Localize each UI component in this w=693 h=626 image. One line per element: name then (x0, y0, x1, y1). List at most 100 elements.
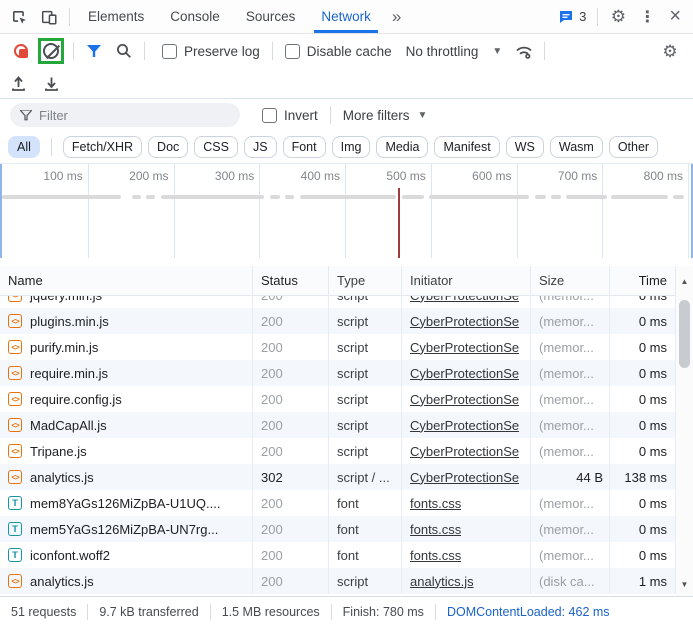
scroll-up-icon[interactable]: ▲ (676, 273, 693, 289)
filter-chip-fetch-xhr[interactable]: Fetch/XHR (62, 136, 143, 158)
throttling-select[interactable]: No throttling (406, 44, 479, 59)
size-cell: (memor... (531, 542, 610, 568)
device-toolbar-icon[interactable] (34, 3, 64, 31)
invert-checkbox[interactable] (262, 107, 277, 123)
request-row[interactable]: Tmem8YaGs126MiZpBA-U1UQ.... 200 font fonts.… (0, 490, 693, 516)
type-cell: script (329, 360, 402, 386)
initiator-link[interactable]: CyberProtectionSe (410, 470, 519, 485)
disable-cache-label: Disable cache (306, 43, 392, 59)
timeline-tick-label: 400 ms (300, 169, 340, 183)
scroll-down-icon[interactable]: ▼ (676, 576, 693, 592)
column-header-initiator[interactable]: Initiator (402, 266, 531, 295)
network-activity-segment (535, 195, 546, 199)
settings-gear-icon[interactable]: ⚙ (603, 3, 633, 31)
more-tabs-icon[interactable]: » (384, 7, 409, 27)
issues-bubble-icon (560, 10, 573, 23)
filter-chip-manifest[interactable]: Manifest (434, 136, 500, 158)
network-overview-timeline[interactable]: 100 ms 200 ms 300 ms 400 ms 500 ms 600 ms 700 … (0, 164, 693, 266)
filter-toggle-icon[interactable] (79, 37, 109, 65)
overview-left-handle[interactable] (0, 164, 2, 258)
initiator-link[interactable]: CyberProtectionSe (410, 296, 519, 303)
request-row[interactable]: <> require.min.js 200 script CyberProtection… (0, 360, 693, 386)
request-row[interactable]: <> MadCapAll.js 200 script CyberProtectionSe… (0, 412, 693, 438)
import-har-icon[interactable] (10, 75, 27, 92)
divider (73, 42, 74, 60)
vertical-scrollbar[interactable]: ▲ ▼ (676, 266, 693, 596)
network-activity-segment (284, 195, 295, 199)
status-cell: 200 (253, 438, 329, 464)
filter-chip-css[interactable]: CSS (194, 136, 238, 158)
type-cell: script / ... (329, 464, 402, 490)
more-filters-caret-icon[interactable]: ▼ (418, 110, 428, 121)
network-settings-gear-icon[interactable]: ⚙ (655, 37, 685, 65)
tab-elements[interactable]: Elements (75, 0, 157, 33)
request-name-text: Tripane.js (30, 443, 87, 459)
script-file-icon: <> (8, 366, 22, 380)
initiator-link[interactable]: analytics.js (410, 574, 474, 589)
table-header-row: Name Status Type Initiator Size Time (0, 266, 693, 296)
preserve-log-checkbox[interactable] (162, 43, 177, 59)
network-conditions-icon[interactable] (514, 43, 534, 60)
request-name-text: analytics.js (30, 573, 94, 589)
tab-network[interactable]: Network (308, 0, 384, 33)
filter-chip-wasm[interactable]: Wasm (549, 136, 603, 158)
initiator-link[interactable]: CyberProtectionSe (410, 392, 519, 407)
status-cell: 302 (253, 464, 329, 490)
initiator-link[interactable]: CyberProtectionSe (410, 418, 519, 433)
filter-input[interactable]: Filter (10, 103, 240, 127)
initiator-cell: fonts.css (402, 490, 531, 516)
column-header-time[interactable]: Time (610, 266, 676, 295)
initiator-cell: CyberProtectionSe (402, 360, 531, 386)
network-activity-segment (429, 195, 529, 199)
initiator-link[interactable]: CyberProtectionSe (410, 314, 519, 329)
request-row[interactable]: <> require.config.js 200 script CyberProtect… (0, 386, 693, 412)
initiator-link[interactable]: fonts.css (410, 522, 461, 537)
filter-chip-other[interactable]: Other (608, 136, 659, 158)
throttling-caret-icon[interactable]: ▼ (492, 46, 502, 57)
devtools-tab-bar: Elements Console Sources Network » 3 ⚙ ⋮ × (0, 0, 693, 34)
request-row[interactable]: <> Tripane.js 200 script CyberProtectionSe (m… (0, 438, 693, 464)
inspect-element-icon[interactable] (4, 3, 34, 31)
search-icon[interactable] (109, 37, 139, 65)
column-header-name[interactable]: Name (0, 266, 253, 295)
initiator-link[interactable]: CyberProtectionSe (410, 444, 519, 459)
filter-chip-media[interactable]: Media (376, 136, 429, 158)
column-header-size[interactable]: Size (531, 266, 610, 295)
more-filters-button[interactable]: More filters (343, 108, 410, 123)
disable-cache-checkbox[interactable] (284, 43, 300, 59)
filter-chip-all[interactable]: All (8, 136, 40, 158)
clear-network-log-button[interactable] (43, 43, 59, 59)
request-row[interactable]: Ticonfont.woff2 200 font fonts.css (memor...… (0, 542, 693, 568)
filter-chip-img[interactable]: Img (331, 136, 371, 158)
tab-console[interactable]: Console (157, 0, 233, 33)
status-cell: 200 (253, 386, 329, 412)
filter-chip-js[interactable]: JS (243, 136, 277, 158)
request-row[interactable]: Tmem5YaGs126MiZpBA-UN7rg... 200 font fonts.… (0, 516, 693, 542)
record-network-log-button[interactable] (14, 44, 28, 58)
panel-tabs: Elements Console Sources Network (75, 0, 384, 33)
filter-chip-ws[interactable]: WS (505, 136, 544, 158)
column-header-status[interactable]: Status (253, 266, 329, 295)
export-har-icon[interactable] (43, 75, 60, 92)
initiator-cell: analytics.js (402, 568, 531, 594)
close-icon[interactable]: × (661, 5, 689, 28)
initiator-link[interactable]: CyberProtectionSe (410, 340, 519, 355)
filter-chip-font[interactable]: Font (282, 136, 326, 158)
scrollbar-thumb[interactable] (679, 300, 690, 368)
initiator-link[interactable]: fonts.css (410, 496, 461, 511)
kebab-menu-icon[interactable]: ⋮ (633, 7, 661, 27)
tab-sources[interactable]: Sources (233, 0, 309, 33)
column-header-type[interactable]: Type (329, 266, 402, 295)
divider (329, 106, 331, 124)
request-row[interactable]: <> plugins.min.js 200 script CyberProtection… (0, 308, 693, 334)
issues-button[interactable]: 3 (552, 9, 592, 25)
request-row[interactable]: <> analytics.js 200 script analytics.js (disk… (0, 568, 693, 594)
filter-chip-doc[interactable]: Doc (148, 136, 189, 158)
time-cell: 0 ms (610, 360, 676, 386)
initiator-link[interactable]: CyberProtectionSe (410, 366, 519, 381)
initiator-link[interactable]: fonts.css (410, 548, 461, 563)
time-cell: 0 ms (610, 386, 676, 412)
request-row[interactable]: <> purify.min.js 200 script CyberProtectionS… (0, 334, 693, 360)
request-row[interactable]: <> analytics.js 302 script / ... CyberProtec… (0, 464, 693, 490)
request-row[interactable]: <> jquery.min.js 200script CyberProtectionS… (0, 296, 693, 308)
